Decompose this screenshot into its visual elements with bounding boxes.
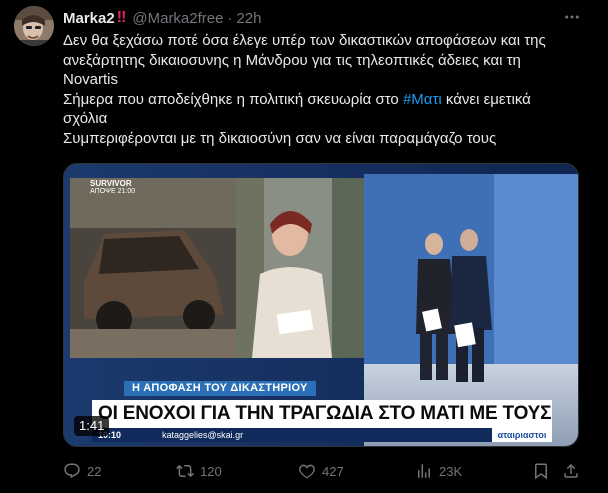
views-button[interactable]: 23K bbox=[415, 460, 462, 482]
views-count: 23K bbox=[439, 463, 463, 479]
like-button[interactable]: 427 bbox=[298, 460, 344, 482]
reply-button[interactable]: 22 bbox=[63, 460, 101, 482]
bookmark-button[interactable] bbox=[532, 460, 550, 482]
tweet-line: Δεν θα ξεχάσω ποτέ όσα έλεγε υπέρ των δι… bbox=[63, 32, 546, 49]
promo-title: SURVIVOR bbox=[90, 179, 132, 188]
separator-dot: · bbox=[227, 9, 233, 27]
tweet[interactable]: Marka2 ‼ @Marka2free · 22h Δεν θα ξεχάσω… bbox=[0, 0, 608, 493]
retweet-count: 120 bbox=[200, 463, 222, 479]
tweet-header: Marka2 ‼ @Marka2free · 22h bbox=[63, 9, 262, 27]
share-icon bbox=[564, 463, 578, 478]
tweet-line: Συμπεριφέρονται με τη δικαιοσύνη σαν να … bbox=[63, 129, 497, 147]
retweet-button[interactable]: 120 bbox=[176, 460, 222, 482]
more-horizontal-icon bbox=[565, 15, 579, 19]
video-player[interactable]: SURVIVOR ΑΠΟΨΕ 21:00 Η ΑΠΟΦΑΣΗ ΤΟΥ ΔΙΚΑΣ… bbox=[63, 163, 579, 447]
hashtag-link[interactable]: #Ματι bbox=[403, 91, 442, 108]
timestamp[interactable]: 22h bbox=[236, 10, 261, 27]
reply-count: 22 bbox=[87, 463, 102, 479]
ticker-subheading: Η ΑΠΟΦΑΣΗ ΤΟΥ ΔΙΚΑΣΤΗΡΙΟΥ bbox=[124, 381, 316, 396]
avatar[interactable] bbox=[14, 6, 54, 46]
tweet-actions-bar: 22 120 427 23K bbox=[63, 460, 583, 482]
share-button[interactable] bbox=[562, 460, 580, 482]
ticker-info-bar: 10:10 kataggelies@skai.gr bbox=[92, 428, 552, 442]
ticker-email: kataggelies@skai.gr bbox=[162, 430, 244, 440]
name-emoji: ‼ bbox=[116, 9, 127, 26]
tweet-text-segment: Σήμερα που αποδείχθηκε η πολιτική σκευωρ… bbox=[63, 90, 403, 108]
promo-time: ΑΠΟΨΕ 21:00 bbox=[90, 188, 136, 195]
promo-badge: SURVIVOR ΑΠΟΨΕ 21:00 bbox=[90, 180, 135, 196]
user-handle[interactable]: @Marka2free bbox=[132, 10, 223, 27]
more-options-button[interactable] bbox=[561, 7, 583, 27]
user-avatar-icon bbox=[14, 6, 54, 46]
ticker-headline: ΟΙ ΕΝΟΧΟΙ ΓΙΑ ΤΗΝ ΤΡΑΓΩΔΙΑ ΣΤΟ ΜΑΤΙ ΜΕ Τ… bbox=[92, 400, 552, 428]
analytics-icon bbox=[418, 464, 430, 478]
tweet-line: ανεξάρτητης δικαιοσυνης η Μάνδρου για τι… bbox=[63, 51, 521, 69]
tweet-line: Σήμερα που αποδείχθηκε η πολιτική σκευωρ… bbox=[63, 90, 593, 110]
tweet-text-segment: κάνει εμετικά bbox=[441, 90, 531, 108]
tweet-text: Δεν θα ξεχάσω ποτέ όσα έλεγε υπέρ των δι… bbox=[63, 31, 593, 148]
reply-icon bbox=[64, 463, 80, 479]
tweet-line: σχόλια bbox=[63, 110, 108, 127]
display-name[interactable]: Marka2 bbox=[63, 10, 115, 27]
heart-icon bbox=[299, 464, 315, 479]
bookmark-icon bbox=[535, 463, 547, 480]
retweet-icon bbox=[176, 464, 194, 478]
video-duration-badge: 1:41 bbox=[74, 416, 110, 436]
tweet-line: Novartis bbox=[63, 71, 119, 88]
like-count: 427 bbox=[322, 463, 344, 479]
show-logo: αταιριαστοι bbox=[492, 428, 552, 442]
